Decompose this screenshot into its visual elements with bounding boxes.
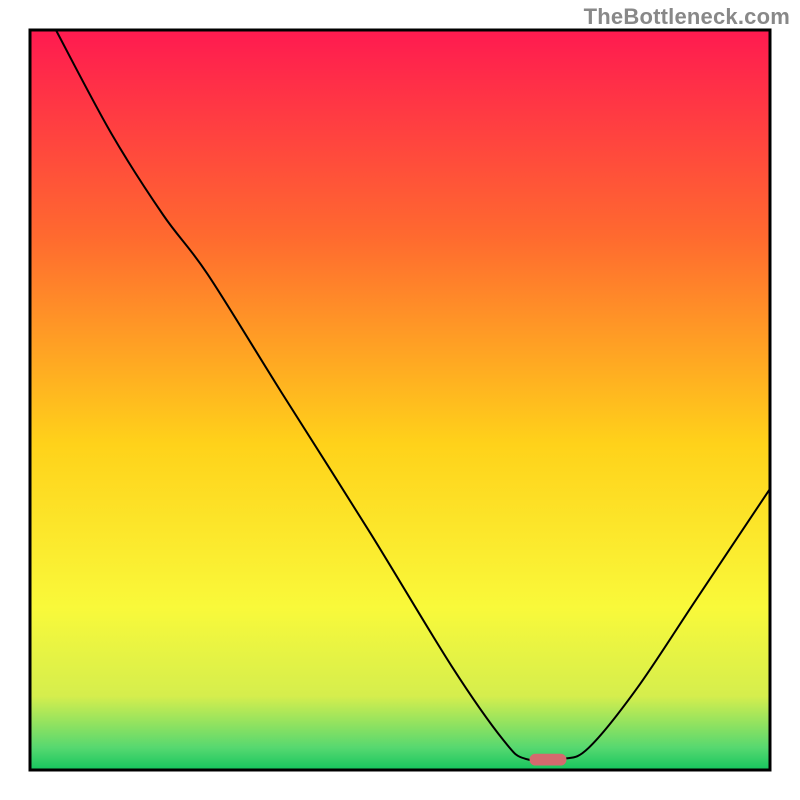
chart-root: TheBottleneck.com <box>0 0 800 800</box>
background-gradient <box>30 30 770 770</box>
optimal-marker <box>530 754 567 766</box>
watermark-text: TheBottleneck.com <box>584 4 790 30</box>
chart-canvas <box>0 0 800 800</box>
